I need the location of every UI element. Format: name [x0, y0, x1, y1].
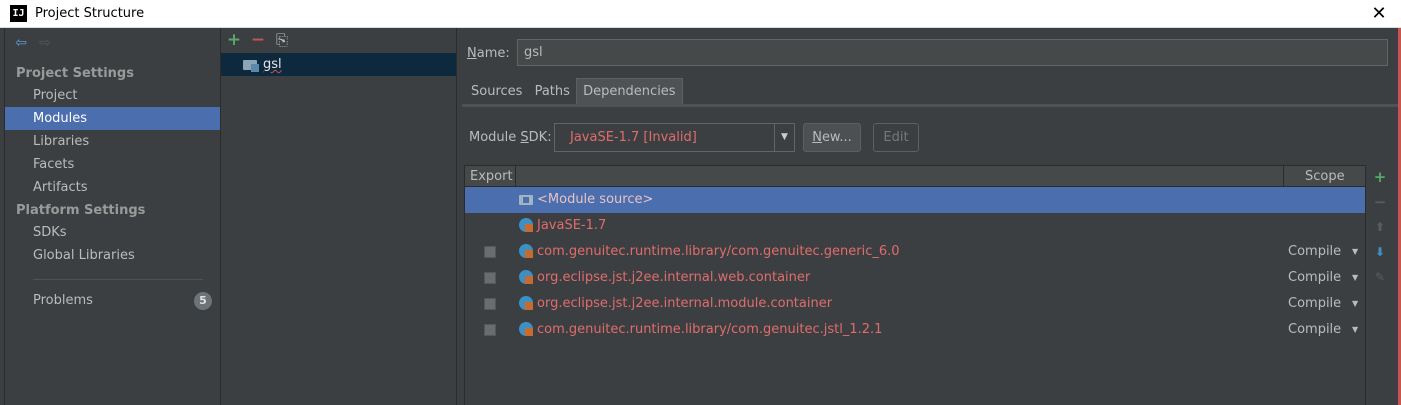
nav-item-modules[interactable]: Modules [5, 107, 220, 130]
new-sdk-button[interactable]: New... [803, 123, 861, 152]
forward-arrow-icon[interactable]: ⇨ [37, 35, 53, 51]
column-divider [515, 166, 516, 187]
chevron-down-icon[interactable]: ▼ [1352, 317, 1358, 343]
table-row[interactable]: org.eclipse.jst.j2ee.internal.web.contai… [465, 265, 1365, 291]
edit-sdk-button[interactable]: Edit [873, 123, 919, 152]
scope-value[interactable]: Compile [1288, 317, 1341, 343]
module-tree-item[interactable]: gsl [221, 53, 456, 76]
move-down-icon[interactable]: ⬇ [1371, 243, 1389, 261]
nav-history: ⇦ ⇨ [13, 35, 61, 51]
tab-underline [462, 104, 1398, 107]
chevron-down-icon[interactable]: ▼ [774, 124, 794, 151]
name-label: Name: [467, 46, 510, 61]
project-settings-header: Project Settings [16, 66, 134, 81]
export-checkbox[interactable] [484, 324, 496, 336]
close-icon[interactable]: ✕ [1357, 0, 1401, 28]
tab-paths[interactable]: Paths [529, 79, 576, 105]
add-dependency-icon[interactable]: + [1371, 168, 1389, 186]
copy-icon[interactable]: ⎘ [273, 31, 291, 49]
tab-sources[interactable]: Sources [465, 79, 528, 105]
remove-dependency-icon[interactable]: − [1371, 193, 1389, 211]
nav-item-project[interactable]: Project [5, 84, 220, 107]
dependencies-toolbar: + − ⬆ ⬇ ✎ [1369, 165, 1391, 325]
dependency-name: JavaSE-1.7 [537, 218, 607, 233]
title-bar: IJ Project Structure ✕ [0, 0, 1401, 28]
chevron-down-icon[interactable]: ▼ [1352, 291, 1358, 317]
column-header-export[interactable]: Export [470, 166, 513, 187]
module-sdk-select[interactable]: JavaSE-1.7 [Invalid] ▼ [554, 123, 795, 152]
remove-icon[interactable]: − [249, 31, 267, 49]
nav-item-global-libraries[interactable]: Global Libraries [5, 244, 220, 267]
scope-value[interactable]: Compile [1288, 239, 1341, 265]
sdk-icon [519, 218, 533, 232]
library-icon [519, 296, 533, 310]
nav-separator [33, 279, 203, 280]
tab-dependencies[interactable]: Dependencies [576, 78, 683, 104]
problems-label: Problems [33, 293, 93, 308]
nav-item-sdks[interactable]: SDKs [5, 221, 220, 244]
dependency-name: org.eclipse.jst.j2ee.internal.module.con… [537, 296, 833, 311]
nav-item-facets[interactable]: Facets [5, 153, 220, 176]
library-icon [519, 244, 533, 258]
library-icon [519, 270, 533, 284]
module-settings-panel: Name: gsl Sources Paths Dependencies Mod… [457, 28, 1398, 405]
export-checkbox[interactable] [484, 246, 496, 258]
intellij-logo-icon: IJ [10, 5, 27, 22]
module-folder-icon [243, 60, 259, 72]
module-name-input[interactable]: gsl [517, 39, 1388, 66]
column-divider [1283, 166, 1284, 187]
edit-dependency-icon[interactable]: ✎ [1371, 268, 1389, 286]
dependencies-table: Export Scope <Module source> JavaSE-1.7 … [464, 165, 1366, 405]
table-row[interactable]: <Module source> [465, 187, 1365, 213]
module-tabs: Sources Paths Dependencies [465, 78, 683, 105]
module-tree-label: gsl [263, 57, 282, 72]
library-icon [519, 322, 533, 336]
export-checkbox[interactable] [484, 272, 496, 284]
platform-settings-header: Platform Settings [16, 203, 146, 218]
problems-count-badge: 5 [194, 292, 212, 310]
module-sdk-label: Module SDK: [469, 130, 552, 145]
chevron-down-icon[interactable]: ▼ [1352, 265, 1358, 291]
scope-value[interactable]: Compile [1288, 265, 1341, 291]
scope-value[interactable]: Compile [1288, 291, 1341, 317]
export-checkbox[interactable] [484, 298, 496, 310]
window-title: Project Structure [35, 6, 145, 21]
nav-item-artifacts[interactable]: Artifacts [5, 176, 220, 199]
module-source-folder-icon [519, 195, 533, 205]
column-header-scope[interactable]: Scope [1305, 166, 1345, 187]
back-arrow-icon[interactable]: ⇦ [13, 35, 29, 51]
chevron-down-icon[interactable]: ▼ [1352, 239, 1358, 265]
module-tree-panel: + − ⎘ gsl [221, 28, 457, 405]
dependency-name: com.genuitec.runtime.library/com.genuite… [537, 322, 883, 337]
module-sdk-value: JavaSE-1.7 [Invalid] [570, 130, 697, 145]
dependencies-table-header: Export Scope [465, 166, 1365, 187]
table-row[interactable]: org.eclipse.jst.j2ee.internal.module.con… [465, 291, 1365, 317]
dependency-name: org.eclipse.jst.j2ee.internal.web.contai… [537, 270, 811, 285]
module-tree-toolbar: + − ⎘ [221, 28, 456, 52]
table-row[interactable]: com.genuitec.runtime.library/com.genuite… [465, 239, 1365, 265]
dependency-name: <Module source> [537, 192, 654, 207]
settings-nav: ⇦ ⇨ Project Settings Project Modules Libr… [5, 28, 221, 405]
move-up-icon[interactable]: ⬆ [1371, 218, 1389, 236]
nav-item-problems[interactable]: Problems 5 [5, 289, 220, 312]
add-icon[interactable]: + [225, 31, 243, 49]
nav-item-libraries[interactable]: Libraries [5, 130, 220, 153]
table-row[interactable]: JavaSE-1.7 [465, 213, 1365, 239]
table-row[interactable]: com.genuitec.runtime.library/com.genuite… [465, 317, 1365, 343]
dependency-name: com.genuitec.runtime.library/com.genuite… [537, 244, 900, 259]
